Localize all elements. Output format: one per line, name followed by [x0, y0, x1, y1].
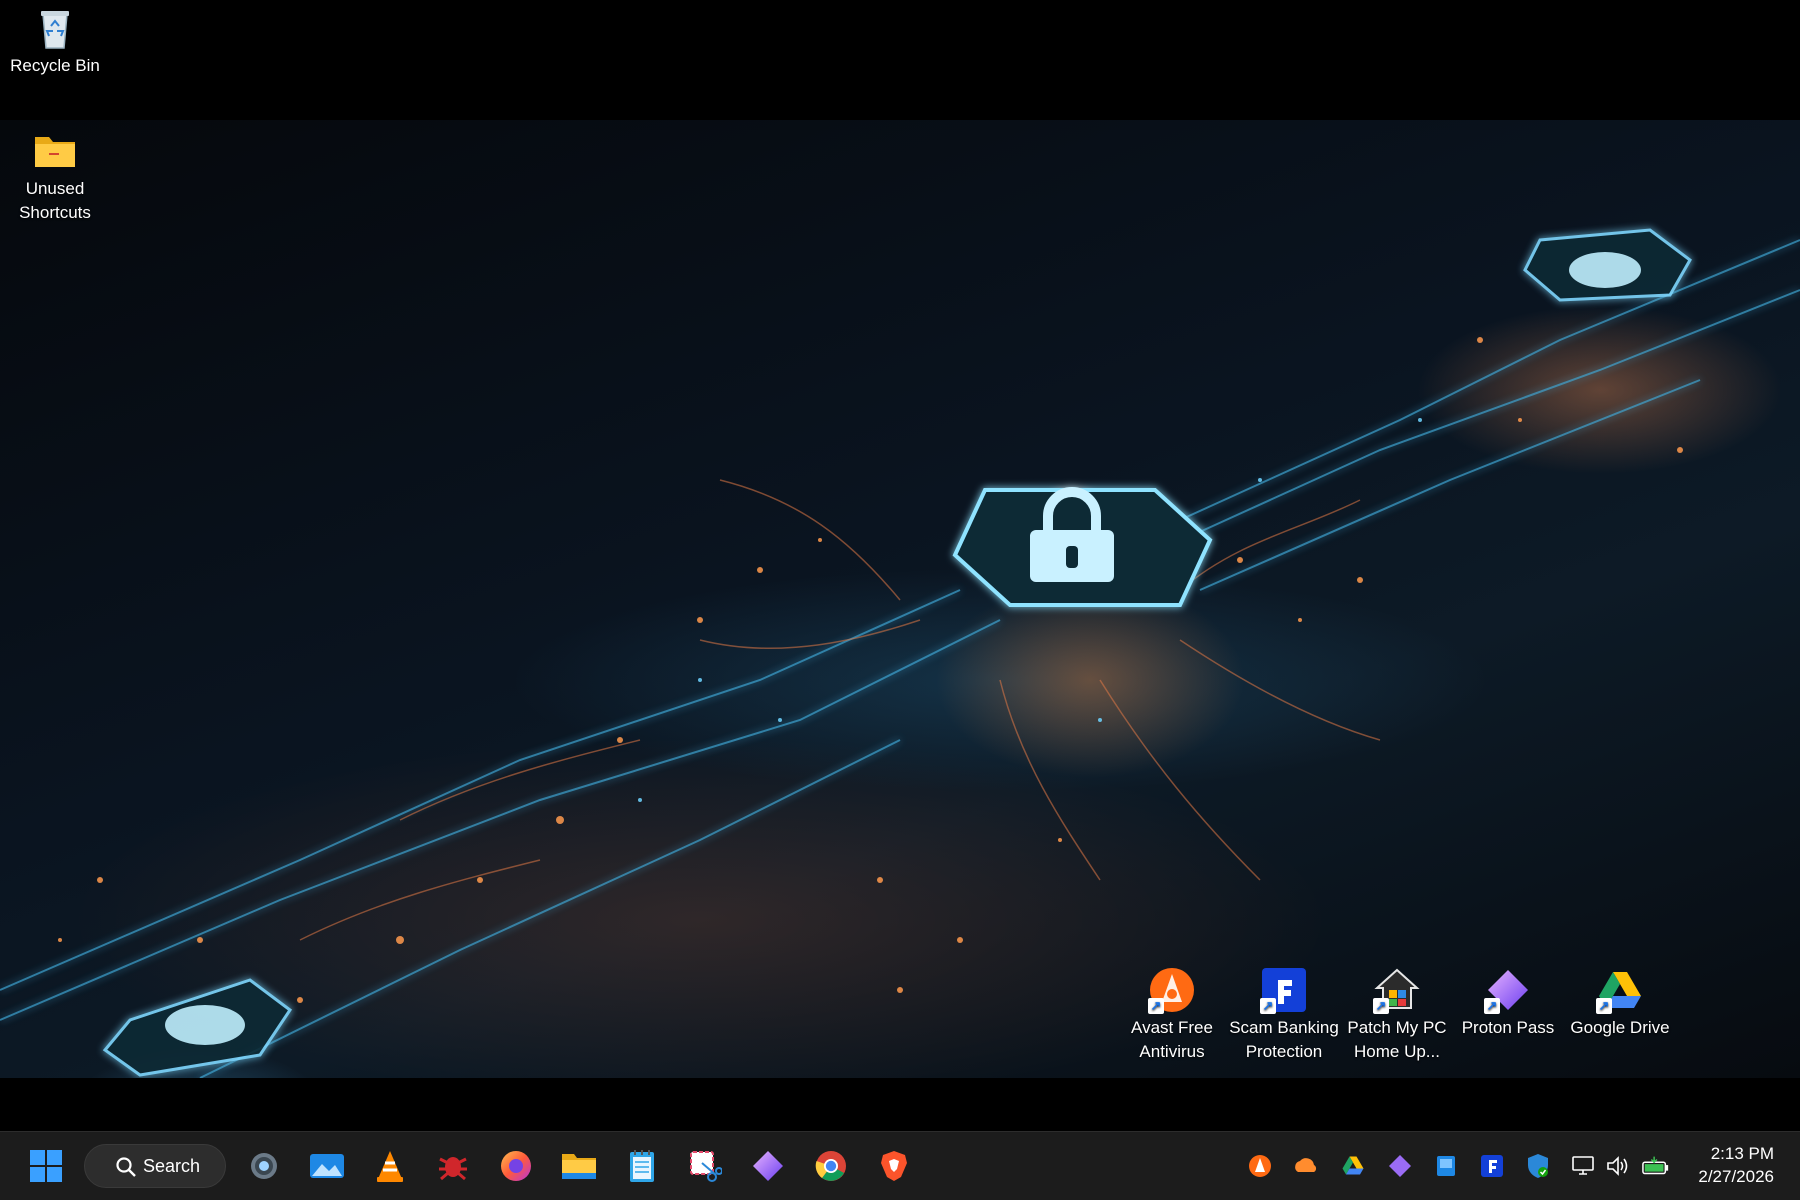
chrome-button[interactable]	[807, 1142, 855, 1190]
onedrive-icon[interactable]	[1292, 1152, 1320, 1180]
brave-button[interactable]	[870, 1142, 918, 1190]
notepad-icon	[630, 1150, 654, 1182]
patch-my-pc-label-line1: Patch My PC	[1347, 1018, 1447, 1037]
defender-icon[interactable]	[1524, 1152, 1552, 1180]
vlc-icon	[377, 1151, 403, 1182]
google-drive-label: Google Drive	[1570, 1018, 1670, 1037]
windows-security-tray-icon[interactable]	[1432, 1152, 1460, 1180]
taskbar-clock[interactable]: 2:13 PM 2/27/2026	[1698, 1142, 1774, 1188]
start-button[interactable]	[22, 1142, 70, 1190]
unused-shortcuts-label-line1: Unused	[25, 179, 85, 198]
scam-banking-shortcut[interactable]: ↗ Scam Banking Protection	[1227, 966, 1341, 1064]
unused-shortcuts-folder[interactable]: Unused Shortcuts	[5, 127, 105, 225]
photos-icon	[310, 1154, 344, 1178]
recycle-bin-label: Recycle Bin	[10, 56, 100, 75]
google-drive-shortcut[interactable]: ↗ Google Drive	[1564, 966, 1676, 1040]
file-explorer-icon	[562, 1154, 596, 1179]
settings-icon	[251, 1153, 277, 1179]
google-drive-icon: ↗	[1596, 966, 1644, 1014]
battery-icon[interactable]	[1642, 1152, 1670, 1180]
unused-shortcuts-label-line2: Shortcuts	[19, 203, 91, 222]
scam-banking-tray-icon[interactable]	[1478, 1152, 1506, 1180]
volume-icon[interactable]	[1604, 1152, 1632, 1180]
patch-my-pc-shortcut[interactable]: ↗ Patch My PC Home Up...	[1345, 966, 1449, 1064]
avast-tray-icon[interactable]	[1246, 1152, 1274, 1180]
shortcut-arrow-icon: ↗	[1596, 998, 1612, 1014]
scam-banking-icon: ↗	[1260, 966, 1308, 1014]
clock-time: 2:13 PM	[1710, 1144, 1774, 1163]
folder-icon	[31, 127, 79, 175]
recycle-bin-icon	[31, 4, 79, 52]
proton-pass-icon: ↗	[1484, 966, 1532, 1014]
proton-pass-taskbar-button[interactable]	[744, 1142, 792, 1190]
scam-banking-label-line1: Scam Banking	[1229, 1018, 1339, 1037]
proton-pass-shortcut[interactable]: ↗ Proton Pass	[1458, 966, 1558, 1040]
shortcut-arrow-icon: ↗	[1260, 998, 1276, 1014]
patch-my-pc-icon: ↗	[1373, 966, 1421, 1014]
avast-label-line2: Antivirus	[1139, 1042, 1205, 1061]
proton-pass-tray-icon[interactable]	[1386, 1152, 1414, 1180]
snipping-tool-icon	[690, 1151, 722, 1182]
taskbar: Search 2:13 PM 2/27/2026	[0, 1131, 1800, 1200]
proton-pass-label: Proton Pass	[1461, 1018, 1555, 1037]
shortcut-arrow-icon: ↗	[1484, 998, 1500, 1014]
circuit-lock-artwork	[0, 228, 1800, 1078]
patch-my-pc-label-line2: Home Up...	[1354, 1042, 1440, 1061]
firefox-icon	[501, 1151, 531, 1181]
search-label: Search	[143, 1155, 201, 1176]
shortcut-arrow-icon: ↗	[1148, 998, 1164, 1014]
network-icon[interactable]	[1570, 1152, 1598, 1180]
settings-button[interactable]	[240, 1142, 288, 1190]
avast-icon: ↗	[1148, 966, 1196, 1014]
clock-date: 2/27/2026	[1698, 1167, 1774, 1186]
start-icon	[30, 1150, 62, 1182]
file-explorer-button[interactable]	[555, 1142, 603, 1190]
vlc-button[interactable]	[366, 1142, 414, 1190]
proton-pass-icon	[753, 1151, 783, 1181]
bug-app-button[interactable]	[429, 1142, 477, 1190]
search-icon	[116, 1157, 136, 1177]
brave-icon	[881, 1151, 907, 1181]
avast-label-line1: Avast Free	[1131, 1018, 1213, 1037]
avast-shortcut[interactable]: ↗ Avast Free Antivirus	[1122, 966, 1222, 1064]
shortcut-arrow-icon: ↗	[1373, 998, 1389, 1014]
firefox-button[interactable]	[492, 1142, 540, 1190]
snipping-tool-button[interactable]	[681, 1142, 729, 1190]
bug-app-icon	[439, 1157, 467, 1181]
scam-banking-label-line2: Protection	[1245, 1042, 1323, 1061]
photos-button[interactable]	[303, 1142, 351, 1190]
taskbar-search[interactable]: Search	[84, 1144, 226, 1188]
desktop-wallpaper	[0, 120, 1800, 1078]
recycle-bin-shortcut[interactable]: Recycle Bin	[5, 4, 105, 78]
notepad-button[interactable]	[618, 1142, 666, 1190]
google-drive-tray-icon[interactable]	[1339, 1152, 1367, 1180]
chrome-icon	[815, 1151, 846, 1181]
